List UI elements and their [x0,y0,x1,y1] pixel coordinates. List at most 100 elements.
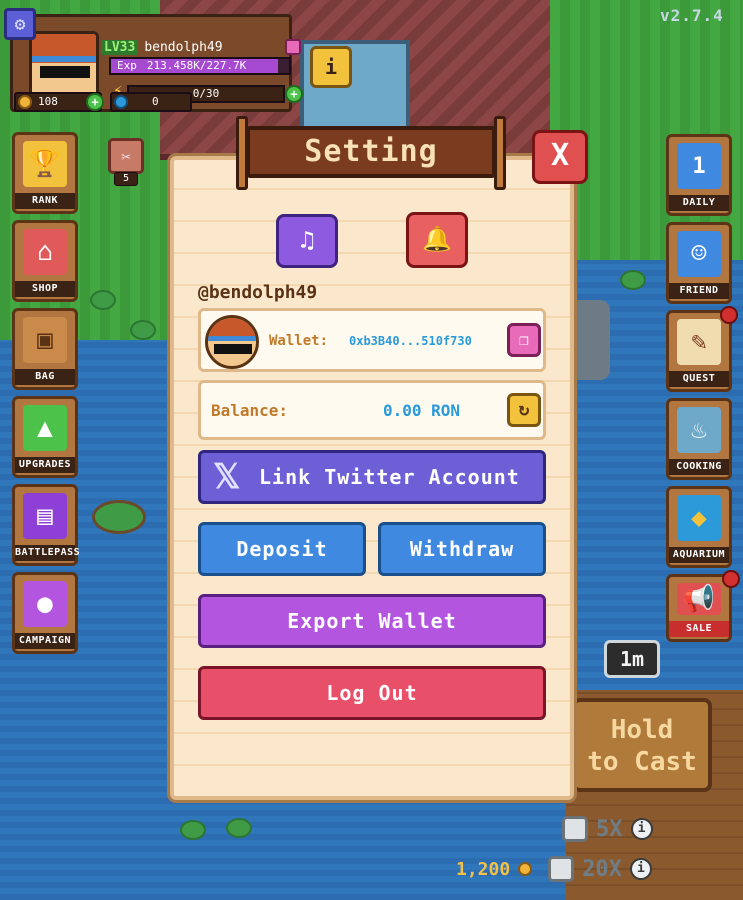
coin-value: 108 [38,95,58,108]
gear-icon[interactable]: ⚙ [4,8,36,40]
cast-line-2: to Cast [587,747,697,777]
upgrades-label: UPGRADES [15,457,75,473]
cooking-label: COOKING [669,459,729,475]
exp-bar: Exp 213.458K/227.7K [109,57,291,75]
aquarium-icon: ◆ [677,495,721,541]
daily-label: DAILY [669,195,729,211]
cast-timer: 1m [604,640,660,678]
sale-label: SALE [669,621,729,637]
quest-label: QUEST [669,371,729,387]
exp-value: 213.458K/227.7K [146,59,247,72]
wallet-address: 0xb3B40...510f730 [349,334,472,348]
upgrades-button[interactable]: ▲ UPGRADES [12,396,78,478]
multiplier-20x-row: 1,200 20X i [456,856,652,882]
copy-icon[interactable]: ❐ [507,323,541,357]
arrow-up-icon: ▲ [23,405,67,451]
rank-label: RANK [15,193,75,209]
balance-value: 0.00 RON [383,401,461,420]
player-name: bendolph49 [144,39,223,55]
daily-button[interactable]: 1 DAILY [666,134,732,216]
player-avatar[interactable] [29,31,99,101]
calendar-icon: 1 [677,143,721,189]
multiplier-5x-checkbox[interactable] [562,816,588,842]
export-wallet-button[interactable]: Export Wallet [198,594,546,648]
version-label: v2.7.4 [660,6,724,25]
battlepass-label: BATTLEPASS [15,545,80,561]
friend-label: FRIEND [669,283,729,299]
balance-label: Balance: [211,401,289,420]
info-icon[interactable]: i [630,818,653,840]
campaign-button[interactable]: ● CAMPAIGN [12,572,78,654]
battlepass-button[interactable]: ▤ BATTLEPASS [12,484,80,566]
x-logo-icon: 𝕏 [213,457,242,497]
aquarium-label: AQUARIUM [669,547,729,563]
hold-to-cast-button[interactable]: Hold to Cast [572,698,712,792]
link-twitter-button[interactable]: 𝕏 Link Twitter Account [198,450,546,504]
friend-button[interactable]: ☺ FRIEND [666,222,732,304]
shop-label: SHOP [15,281,75,297]
balance-card: Balance: 0.00 RON ↻ [198,380,546,440]
wallet-card: Wallet: 0xb3B40...510f730 ❐ [198,308,546,372]
shop-icon: ⌂ [23,229,67,275]
rank-button[interactable]: 🏆 RANK [12,132,78,214]
cast-line-1: Hold [610,715,674,745]
settings-title: Setting [246,126,496,178]
small-island [92,500,146,534]
scissors-quest-icon[interactable]: ✂ [108,138,144,174]
withdraw-button[interactable]: Withdraw [378,522,546,576]
lily-pad [130,320,156,340]
aquarium-button[interactable]: ◆ AQUARIUM [666,486,732,568]
multiplier-5x-row: 5X i [562,816,653,842]
sale-button[interactable]: 📢 SALE [666,574,732,642]
info-button[interactable]: i [310,46,352,88]
player-level: LV33 [101,39,139,55]
backpack-icon: ▣ [23,317,67,363]
refresh-icon[interactable]: ↻ [507,393,541,427]
bell-icon[interactable]: 🔔 [406,212,468,268]
wallet-label: Wallet: [269,333,329,349]
gem-value: 0 [152,95,159,108]
coin-icon [518,862,533,876]
account-username: @bendolph49 [198,282,318,303]
lily-pad [620,270,646,290]
copy-icon[interactable] [285,39,301,55]
link-twitter-label: Link Twitter Account [259,465,520,489]
lily-pad [180,820,206,840]
multiplier-20x-label: 20X [582,856,622,882]
multiplier-20x-cost: 1,200 [456,858,511,880]
campaign-label: CAMPAIGN [15,633,75,649]
quest-button[interactable]: ✎ QUEST [666,310,732,392]
wallet-avatar [205,315,259,369]
lily-pad [90,290,116,310]
add-coins-button[interactable]: + [86,93,104,111]
multiplier-5x-label: 5X [596,816,623,842]
settings-title-board: Setting [236,116,506,190]
shop-button[interactable]: ⌂ SHOP [12,220,78,302]
megaphone-icon: 📢 [677,583,721,615]
player-name-row: LV33 bendolph49 [101,37,301,57]
lily-pad [226,818,252,838]
cooking-button[interactable]: ♨ COOKING [666,398,732,480]
quest-mini-count: 5 [114,172,138,186]
quest-notification-dot [720,306,738,324]
add-energy-button[interactable]: + [285,85,303,103]
trophy-icon: 🏆 [23,141,67,187]
scroll-icon: ✎ [677,319,721,365]
info-icon[interactable]: i [629,858,652,880]
coin-counter: 108 + [14,92,104,112]
close-button[interactable]: X [532,130,588,184]
friend-icon: ☺ [677,231,721,277]
logout-button[interactable]: Log Out [198,666,546,720]
sale-notification-dot [722,570,740,588]
bag-button[interactable]: ▣ BAG [12,308,78,390]
pot-icon: ♨ [677,407,721,453]
gem-counter: 0 [110,92,192,112]
deposit-button[interactable]: Deposit [198,522,366,576]
exp-label: Exp [117,59,137,72]
bag-label: BAG [15,369,75,385]
ticket-icon: ▤ [23,493,67,539]
gem-icon [114,95,128,109]
coin-icon [18,95,32,109]
music-toggle-icon[interactable]: ♫ [276,214,338,268]
multiplier-20x-checkbox[interactable] [548,856,575,882]
